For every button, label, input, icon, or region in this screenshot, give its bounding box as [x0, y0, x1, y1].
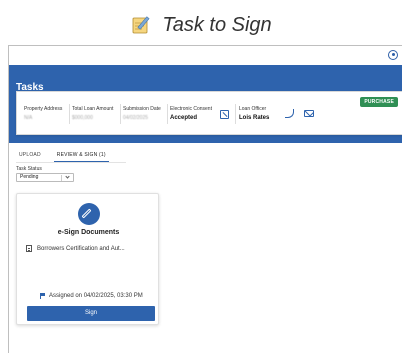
submission-date-field: Submission Date 04/02/2025 — [123, 106, 161, 121]
document-name: Borrowers Certification and Aut... — [37, 245, 125, 252]
tabs-underline — [16, 162, 126, 163]
tab-review-sign[interactable]: REVIEW & SIGN (1) — [53, 150, 109, 162]
total-loan-amount-value: $000,000 — [72, 115, 93, 121]
app-window: Tasks PURCHASE Property Address N/A Tota… — [8, 45, 402, 353]
select-divider — [61, 175, 62, 181]
user-circle-icon[interactable] — [388, 50, 398, 60]
total-loan-amount-field: Total Loan Amount $000,000 — [72, 106, 113, 121]
divider — [235, 104, 236, 124]
loan-officer-field: Loan Officer Lois Rates — [239, 106, 269, 121]
divider — [69, 104, 70, 124]
sign-button[interactable]: Sign — [27, 306, 155, 321]
top-bar — [9, 46, 402, 64]
divider — [120, 104, 121, 124]
pencil-icon-badge — [78, 203, 100, 225]
notepad-pencil-icon — [132, 16, 150, 34]
pencil-icon — [81, 208, 92, 219]
card-title: e-Sign Documents — [57, 229, 120, 236]
submission-date-label: Submission Date — [123, 106, 161, 112]
document-icon — [26, 245, 32, 252]
property-address-field: Property Address N/A — [24, 106, 62, 121]
electronic-consent-label: Electronic Consent — [170, 106, 212, 112]
page-heading: Task to Sign — [0, 10, 402, 40]
phone-icon[interactable] — [285, 109, 294, 118]
checkbox-pen-icon[interactable] — [220, 110, 229, 119]
assigned-text: Assigned on 04/02/2025, 03:30 PM — [49, 293, 143, 299]
page-title: Task to Sign — [162, 13, 272, 36]
task-status-label: Task Status — [16, 166, 42, 172]
tab-upload[interactable]: UPLOAD — [16, 150, 44, 162]
purchase-badge: PURCHASE — [360, 97, 398, 107]
task-card: e-Sign Documents Borrowers Certification… — [16, 193, 159, 325]
property-address-value: N/A — [24, 115, 33, 121]
document-item[interactable]: Borrowers Certification and Aut... — [26, 245, 125, 252]
total-loan-amount-label: Total Loan Amount — [72, 106, 114, 112]
tab-bar: UPLOAD REVIEW & SIGN (1) — [16, 150, 109, 162]
electronic-consent-field: Electronic Consent Accepted — [170, 106, 212, 121]
property-address-label: Property Address — [24, 106, 63, 112]
electronic-consent-value: Accepted — [170, 115, 198, 121]
loan-officer-label: Loan Officer — [239, 106, 267, 112]
assigned-info: Assigned on 04/02/2025, 03:30 PM — [40, 293, 143, 299]
chevron-down-icon — [65, 174, 70, 179]
submission-date-value: 04/02/2025 — [123, 115, 149, 121]
loan-officer-value: Lois Rates — [239, 115, 270, 121]
task-status-select[interactable]: Pending — [16, 173, 74, 182]
flag-icon — [40, 293, 45, 299]
divider — [167, 104, 168, 124]
mail-icon[interactable] — [304, 110, 314, 117]
loan-info-card: PURCHASE Property Address N/A Total Loan… — [16, 91, 402, 135]
task-status-value: Pending — [20, 174, 39, 180]
